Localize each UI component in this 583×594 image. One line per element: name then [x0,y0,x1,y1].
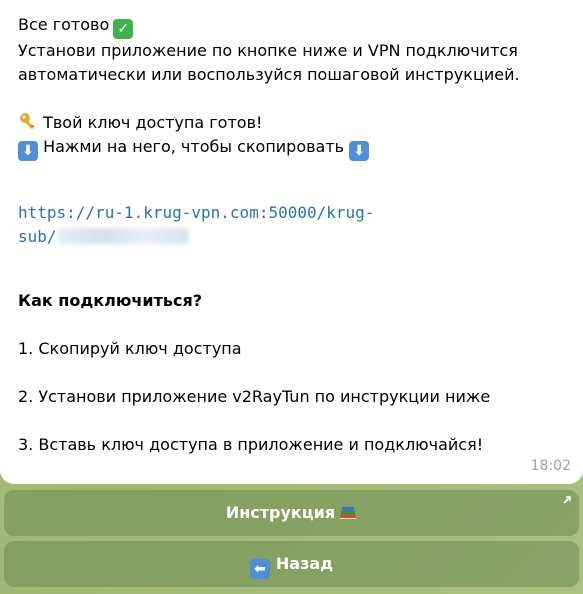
access-key-link-line1[interactable]: https://ru-1.krug-vpn.com:50000/krug- [18,201,565,225]
step-3: 3. Вставь ключ доступа в приложение и по… [18,435,484,454]
access-key-redacted[interactable] [56,228,189,244]
key-icon [20,113,35,130]
step-2: 2. Установи приложение v2RayTun по инстр… [18,387,491,406]
copy-hint-text: Нажми на него, чтобы скопировать [43,137,345,156]
back-button-label: Назад [275,554,334,573]
message-bubble: Все готово ✓ Установи приложение по кнопк… [0,0,583,484]
instruction-button-label: Инструкция [225,503,336,522]
back-arrow-icon: ⬅ [249,559,270,579]
step-1: 1. Скопируй ключ доступа [18,339,242,358]
message-line-copy-hint: ⬇ Нажми на него, чтобы скопировать ⬇ [18,135,565,161]
check-mark-icon: ✓ [113,19,134,39]
message-time: 18:02 [530,458,571,474]
instruction-button[interactable]: Инструкция [4,490,579,536]
down-arrow-icon-right: ⬇ [349,141,370,161]
access-key-link-line2[interactable]: sub/ [18,225,565,249]
access-key-link-prefix[interactable]: sub/ [18,227,57,246]
message-line-install: Установи приложение по кнопке ниже и VPN… [18,41,518,60]
down-arrow-icon: ⬇ [18,141,38,161]
books-icon [340,507,357,519]
back-button[interactable]: ⬅ Назад [4,541,579,587]
how-to-connect-title: Как подключиться? [18,291,203,310]
message-line-key-ready: Твой ключ доступа готов! [18,111,565,135]
key-ready-text: Твой ключ доступа готов! [43,113,263,132]
message-line-auto: автоматически или воспользуйся пошаговой… [18,65,520,84]
open-link-arrow-icon [563,496,571,504]
message-line-ready: Все готово ✓ [18,13,565,39]
ready-text: Все готово [18,15,110,34]
